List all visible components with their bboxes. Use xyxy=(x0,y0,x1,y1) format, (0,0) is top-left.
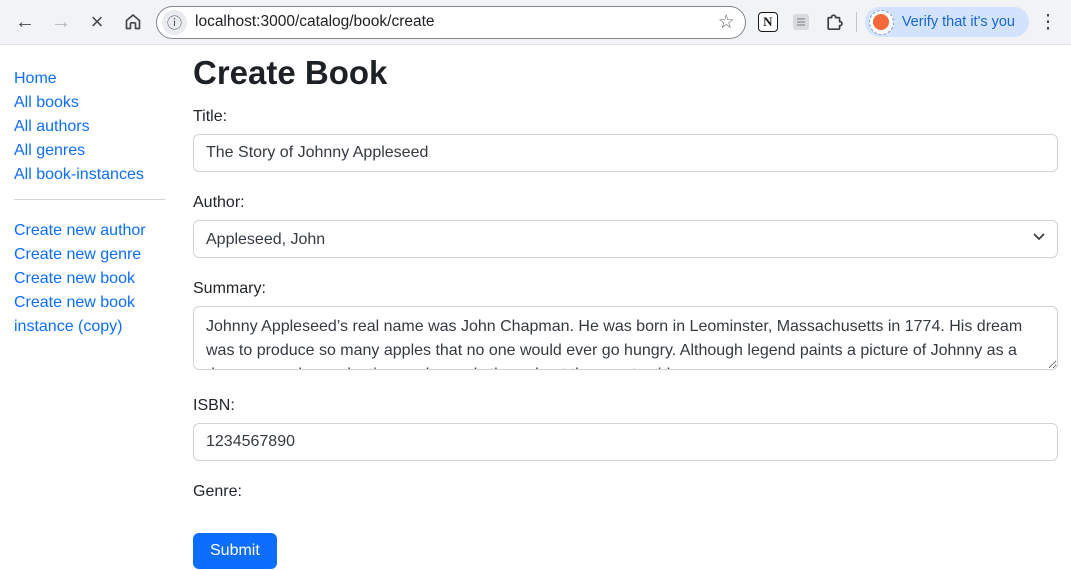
genre-field-group: Genre: xyxy=(193,482,1058,501)
title-label: Title: xyxy=(193,107,1058,126)
reading-list-extension-icon[interactable] xyxy=(791,12,811,32)
sidebar-create-list: Create new author Create new genre Creat… xyxy=(14,219,165,339)
sidebar-item-create-genre: Create new genre xyxy=(14,243,165,267)
sidebar-item-create-author: Create new author xyxy=(14,219,165,243)
profile-avatar xyxy=(869,10,894,35)
create-author-link[interactable]: Create new author xyxy=(14,222,146,239)
site-info-icon[interactable]: ⓘ xyxy=(162,10,187,35)
sidebar-item-create-book: Create new book xyxy=(14,267,165,291)
author-select-wrap: Appleseed, John xyxy=(193,220,1058,258)
sidebar-divider xyxy=(14,199,165,200)
title-input[interactable] xyxy=(193,134,1058,172)
extensions-puzzle-icon[interactable] xyxy=(824,12,844,32)
genre-label: Genre: xyxy=(193,482,1058,501)
all-book-instances-link[interactable]: All book-instances xyxy=(14,166,144,183)
home-link[interactable]: Home xyxy=(14,70,57,87)
verify-label: Verify that it's you xyxy=(902,14,1015,30)
back-icon[interactable]: ← xyxy=(10,7,40,37)
submit-button[interactable]: Submit xyxy=(193,533,277,569)
main-content: Create Book Title: Author: Appleseed, Jo… xyxy=(179,45,1071,570)
sidebar-item-all-books: All books xyxy=(14,91,165,115)
sidebar: Home All books All authors All genres Al… xyxy=(0,45,179,570)
sidebar-item-all-authors: All authors xyxy=(14,115,165,139)
sidebar-nav-list: Home All books All authors All genres Al… xyxy=(14,67,165,187)
browser-toolbar: ← → × ⓘ localhost:3000/catalog/book/crea… xyxy=(0,0,1071,45)
home-icon[interactable] xyxy=(118,7,148,37)
browser-menu-icon[interactable]: ⋮ xyxy=(1037,11,1059,34)
summary-label: Summary: xyxy=(193,279,1058,298)
url-text[interactable]: localhost:3000/catalog/book/create xyxy=(195,13,710,31)
stop-icon[interactable]: × xyxy=(82,7,112,37)
page-content: Home All books All authors All genres Al… xyxy=(0,45,1071,570)
author-select[interactable]: Appleseed, John xyxy=(193,220,1058,258)
author-label: Author: xyxy=(193,193,1058,212)
toolbar-divider xyxy=(856,12,857,32)
notion-extension-icon[interactable]: N xyxy=(758,12,778,32)
all-authors-link[interactable]: All authors xyxy=(14,118,90,135)
all-genres-link[interactable]: All genres xyxy=(14,142,85,159)
summary-field-group: Summary: Johnny Appleseed’s real name wa… xyxy=(193,279,1058,375)
sidebar-item-all-genres: All genres xyxy=(14,139,165,163)
author-field-group: Author: Appleseed, John xyxy=(193,193,1058,258)
verify-identity-button[interactable]: Verify that it's you xyxy=(865,7,1029,37)
create-genre-link[interactable]: Create new genre xyxy=(14,246,141,263)
forward-icon: → xyxy=(46,7,76,37)
extensions-cluster: N xyxy=(754,12,848,32)
create-book-link[interactable]: Create new book xyxy=(14,270,135,287)
sidebar-item-create-book-instance: Create new book instance (copy) xyxy=(14,291,165,339)
all-books-link[interactable]: All books xyxy=(14,94,79,111)
title-field-group: Title: xyxy=(193,107,1058,172)
create-book-instance-link[interactable]: Create new book instance (copy) xyxy=(14,294,135,335)
sidebar-item-home: Home xyxy=(14,67,165,91)
bookmark-star-icon[interactable]: ☆ xyxy=(718,13,735,32)
isbn-field-group: ISBN: xyxy=(193,396,1058,461)
page-title: Create Book xyxy=(193,53,1058,93)
nav-icon-group: ← → × xyxy=(10,7,148,37)
avatar-icon xyxy=(873,14,889,30)
isbn-label: ISBN: xyxy=(193,396,1058,415)
address-bar[interactable]: ⓘ localhost:3000/catalog/book/create ☆ xyxy=(156,6,746,39)
summary-textarea[interactable]: Johnny Appleseed’s real name was John Ch… xyxy=(193,306,1058,370)
sidebar-item-all-book-instances: All book-instances xyxy=(14,163,165,187)
isbn-input[interactable] xyxy=(193,423,1058,461)
